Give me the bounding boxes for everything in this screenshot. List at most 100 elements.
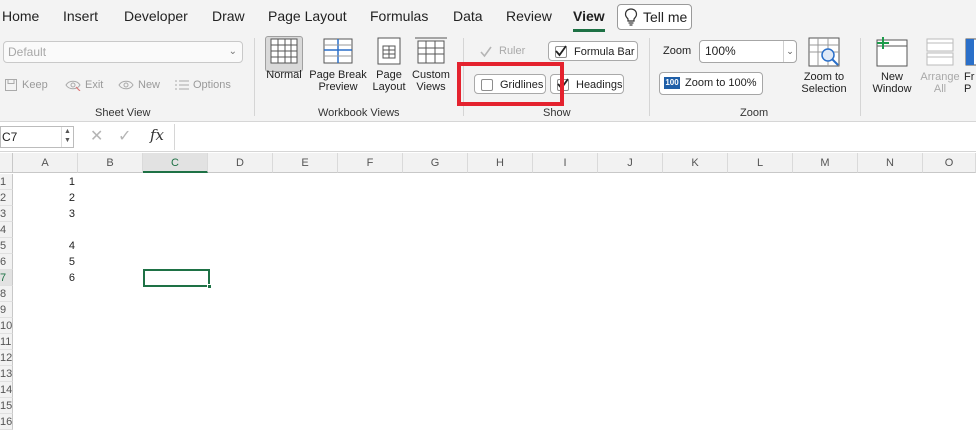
cell-a7[interactable]: 6 bbox=[13, 270, 75, 286]
row-header-1[interactable]: 1 bbox=[0, 174, 13, 190]
row-header-15[interactable]: 15 bbox=[0, 398, 13, 414]
cell-a6[interactable]: 5 bbox=[13, 254, 75, 270]
custom-views-label-2: Views bbox=[416, 81, 446, 93]
group-divider bbox=[254, 38, 255, 116]
freeze-panes-button[interactable]: Fr P bbox=[964, 36, 976, 95]
sheet-view-select[interactable]: Default ⌄ bbox=[3, 41, 243, 63]
keep-label: Keep bbox=[22, 79, 48, 91]
cell-a5[interactable]: 4 bbox=[13, 238, 75, 254]
name-box[interactable]: C7 ▲ ▼ bbox=[0, 126, 74, 148]
select-all-corner[interactable] bbox=[0, 153, 13, 173]
row-header-10[interactable]: 10 bbox=[0, 318, 13, 334]
row-header-12[interactable]: 12 bbox=[0, 350, 13, 366]
row-header-2[interactable]: 2 bbox=[0, 190, 13, 206]
checkmark-icon bbox=[480, 45, 492, 58]
column-header-m[interactable]: M bbox=[793, 153, 858, 173]
tab-page-layout[interactable]: Page Layout bbox=[268, 0, 347, 34]
custom-views-button[interactable]: Custom Views bbox=[411, 36, 451, 93]
column-header-l[interactable]: L bbox=[728, 153, 793, 173]
row-header-8[interactable]: 8 bbox=[0, 286, 13, 302]
group-divider bbox=[860, 38, 861, 116]
zoom-to-100-button[interactable]: 100 Zoom to 100% bbox=[659, 72, 763, 95]
column-header-a[interactable]: A bbox=[13, 153, 78, 173]
column-header-o[interactable]: O bbox=[923, 153, 976, 173]
spinner-icon[interactable]: ▲ ▼ bbox=[61, 127, 73, 147]
freeze-panes-label-1: Fr bbox=[964, 71, 975, 83]
column-header-n[interactable]: N bbox=[858, 153, 923, 173]
zoom-select[interactable]: 100% ⌄ bbox=[699, 40, 797, 63]
column-header-c[interactable]: C bbox=[143, 153, 208, 173]
formula-bar-label: Formula Bar bbox=[574, 46, 635, 58]
tab-developer[interactable]: Developer bbox=[124, 0, 188, 34]
enter-icon[interactable]: ✓ bbox=[118, 126, 131, 146]
row-header-9[interactable]: 9 bbox=[0, 302, 13, 318]
column-header-j[interactable]: J bbox=[598, 153, 663, 173]
options-button[interactable]: Options bbox=[175, 77, 231, 93]
cell-a2[interactable]: 2 bbox=[13, 190, 75, 206]
fill-handle[interactable] bbox=[207, 284, 212, 289]
active-cell-c7[interactable] bbox=[143, 269, 212, 289]
arrange-all-icon bbox=[926, 38, 954, 66]
page-break-label-2: Preview bbox=[318, 81, 358, 93]
headings-label: Headings bbox=[576, 79, 623, 91]
new-sheet-view-button[interactable]: New bbox=[118, 77, 160, 93]
normal-view-button[interactable]: Normal bbox=[263, 36, 305, 81]
tab-formulas[interactable]: Formulas bbox=[370, 0, 428, 34]
exit-button[interactable]: Exit bbox=[65, 77, 103, 93]
tab-data[interactable]: Data bbox=[453, 0, 483, 34]
show-group-label: Show bbox=[543, 107, 571, 119]
new-label: New bbox=[138, 79, 161, 91]
column-header-f[interactable]: F bbox=[338, 153, 403, 173]
new-window-button[interactable]: New Window bbox=[869, 36, 915, 95]
tab-review[interactable]: Review bbox=[506, 0, 552, 34]
row-header-14[interactable]: 14 bbox=[0, 382, 13, 398]
cancel-icon[interactable]: ✕ bbox=[90, 126, 103, 146]
sheet-view-select-value: Default bbox=[8, 45, 47, 59]
formula-bar-divider bbox=[174, 124, 175, 150]
page-layout-label-2: Layout bbox=[372, 81, 406, 93]
eye-exit-icon bbox=[65, 80, 81, 92]
zoom-group-label: Zoom bbox=[740, 107, 769, 119]
tab-home[interactable]: Home bbox=[2, 0, 39, 34]
row-header-16[interactable]: 16 bbox=[0, 414, 13, 430]
page-layout-button[interactable]: Page Layout bbox=[369, 36, 409, 93]
arrange-all-button[interactable]: Arrange All bbox=[918, 36, 962, 95]
column-header-k[interactable]: K bbox=[663, 153, 728, 173]
sheet-view-group-label: Sheet View bbox=[95, 107, 151, 119]
tab-insert[interactable]: Insert bbox=[63, 0, 98, 34]
custom-views-label-1: Custom bbox=[412, 69, 450, 81]
tell-me-box[interactable]: Tell me bbox=[617, 4, 692, 30]
page-break-icon bbox=[323, 38, 353, 64]
insert-function-icon[interactable]: fx bbox=[150, 126, 164, 144]
page-layout-icon bbox=[377, 37, 401, 65]
tab-view[interactable]: View bbox=[573, 0, 605, 34]
lightbulb-icon bbox=[624, 8, 638, 26]
ruler-checkbox[interactable]: Ruler bbox=[474, 41, 534, 61]
keep-button[interactable]: Keep bbox=[4, 77, 48, 93]
row-header-6[interactable]: 6 bbox=[0, 254, 13, 270]
page-layout-label-1: Page bbox=[376, 69, 402, 81]
cell-a1[interactable]: 1 bbox=[13, 174, 75, 190]
cell-a3[interactable]: 3 bbox=[13, 206, 75, 222]
zoom-100-icon: 100 bbox=[664, 77, 680, 89]
arrange-all-label-2: All bbox=[933, 83, 947, 95]
column-header-d[interactable]: D bbox=[208, 153, 273, 173]
row-header-5[interactable]: 5 bbox=[0, 238, 13, 254]
row-header-13[interactable]: 13 bbox=[0, 366, 13, 382]
new-window-label-2: Window bbox=[872, 83, 912, 95]
row-header-3[interactable]: 3 bbox=[0, 206, 13, 222]
column-header-e[interactable]: E bbox=[273, 153, 338, 173]
page-break-preview-button[interactable]: Page Break Preview bbox=[309, 36, 367, 93]
row-header-7[interactable]: 7 bbox=[0, 270, 13, 286]
column-header-h[interactable]: H bbox=[468, 153, 533, 173]
column-header-b[interactable]: B bbox=[78, 153, 143, 173]
zoom-to-selection-button[interactable]: Zoom to Selection bbox=[799, 36, 849, 95]
column-header-g[interactable]: G bbox=[403, 153, 468, 173]
row-header-11[interactable]: 11 bbox=[0, 334, 13, 350]
tab-draw[interactable]: Draw bbox=[212, 0, 245, 34]
row-header-4[interactable]: 4 bbox=[0, 222, 13, 238]
workbook-views-group-label: Workbook Views bbox=[318, 107, 400, 119]
formula-bar-checkbox[interactable]: Formula Bar bbox=[548, 41, 638, 61]
normal-label: Normal bbox=[266, 69, 302, 81]
column-header-i[interactable]: I bbox=[533, 153, 598, 173]
